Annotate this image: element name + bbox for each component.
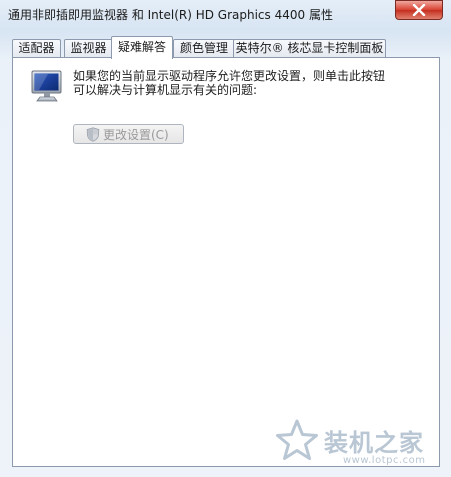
change-settings-label: 更改设置(C) bbox=[103, 127, 169, 142]
change-settings-button[interactable]: 更改设置(C) bbox=[73, 124, 184, 144]
star-icon bbox=[276, 419, 318, 460]
properties-window: 通用非即插即用监视器 和 Intel(R) HD Graphics 4400 属… bbox=[0, 0, 451, 477]
tab-color-management[interactable]: 颜色管理 bbox=[173, 39, 235, 58]
monitor-icon bbox=[31, 70, 62, 102]
close-icon bbox=[412, 4, 426, 16]
site-watermark: 装机之家 www.lotpc.com bbox=[270, 413, 451, 473]
troubleshoot-description: 如果您的当前显示驱动程序允许您更改设置，则单击此按钮 可以解决与计算机显示有关的… bbox=[73, 69, 423, 97]
watermark-url: www.lotpc.com bbox=[343, 455, 426, 466]
window-title: 通用非即插即用监视器 和 Intel(R) HD Graphics 4400 属… bbox=[8, 8, 333, 22]
description-line-1: 如果您的当前显示驱动程序允许您更改设置，则单击此按钮 bbox=[73, 69, 386, 83]
tab-intel-control-panel[interactable]: 英特尔® 核芯显卡控制面板 bbox=[233, 39, 386, 58]
tab-troubleshoot[interactable]: 疑难解答 bbox=[111, 36, 173, 59]
description-line-2: 可以解决与计算机显示有关的问题: bbox=[73, 83, 258, 97]
close-button[interactable] bbox=[395, 0, 443, 20]
tab-adapter[interactable]: 适配器 bbox=[12, 39, 61, 58]
shield-icon bbox=[86, 126, 100, 142]
tab-monitor[interactable]: 监视器 bbox=[64, 39, 113, 58]
tab-strip: 适配器 监视器 疑难解答 颜色管理 英特尔® 核芯显卡控制面板 bbox=[12, 36, 440, 59]
troubleshoot-panel: 如果您的当前显示驱动程序允许您更改设置，则单击此按钮 可以解决与计算机显示有关的… bbox=[12, 57, 440, 467]
watermark-brand: 装机之家 bbox=[324, 429, 424, 457]
title-bar[interactable]: 通用非即插即用监视器 和 Intel(R) HD Graphics 4400 属… bbox=[0, 0, 451, 30]
